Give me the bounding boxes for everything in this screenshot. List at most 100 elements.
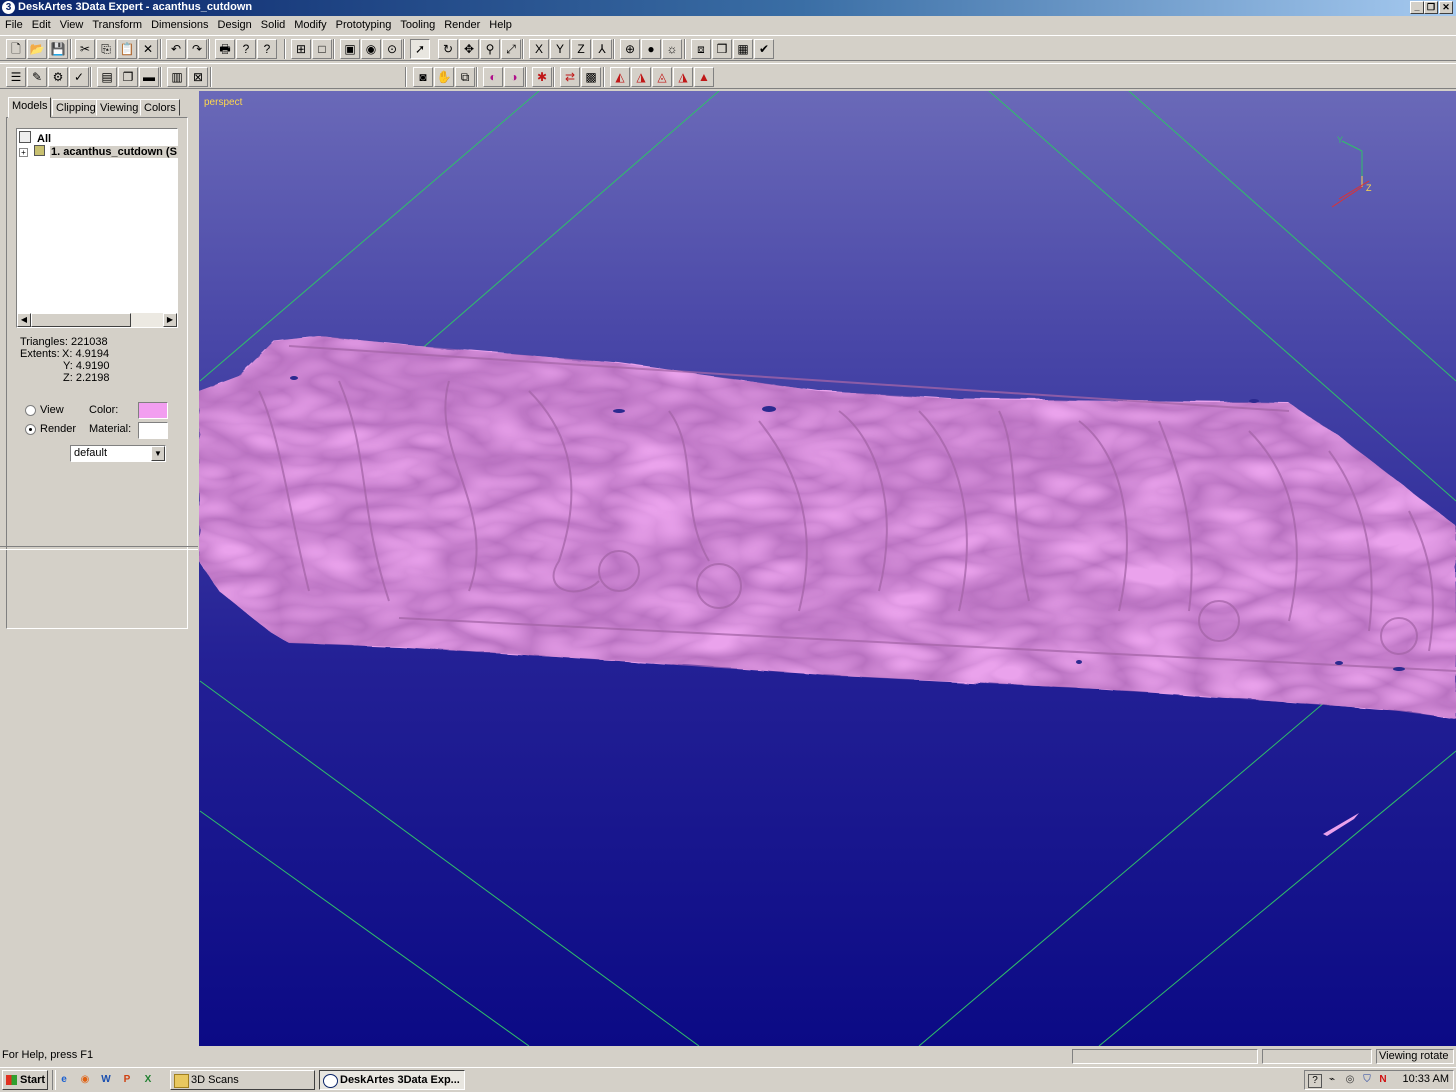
network-icon[interactable]: ⌁ xyxy=(1326,1074,1338,1086)
triangle-select-icon[interactable]: ◮ xyxy=(631,67,651,87)
material-select[interactable]: default ▼ xyxy=(70,445,166,462)
menu-transform[interactable]: Transform xyxy=(87,16,146,32)
model-list-icon[interactable]: ☰ xyxy=(6,67,26,87)
globe-icon[interactable]: ⊕ xyxy=(620,39,640,59)
triangulate-icon[interactable]: ▩ xyxy=(581,67,601,87)
shield-icon[interactable]: ⛉ xyxy=(1361,1074,1373,1086)
chevron-down-icon[interactable]: ▼ xyxy=(151,446,165,461)
scroll-left-icon[interactable]: ◀ xyxy=(17,313,31,327)
powerpoint-icon[interactable]: P xyxy=(119,1072,135,1088)
model-check-icon[interactable]: ✓ xyxy=(69,67,89,87)
task-3d-scans[interactable]: 3D Scans xyxy=(170,1070,315,1090)
excel-icon[interactable]: X xyxy=(140,1072,156,1088)
material-swatch[interactable] xyxy=(138,422,168,439)
menu-design[interactable]: Design xyxy=(213,16,256,32)
menu-file[interactable]: File xyxy=(0,16,27,32)
tab-clipping[interactable]: Clipping xyxy=(52,99,100,116)
folder-icon[interactable]: ▬ xyxy=(139,67,159,87)
zoom-fit-icon[interactable]: ⊙ xyxy=(382,39,402,59)
triangle-cursor-icon[interactable]: ◬ xyxy=(652,67,672,87)
task-deskartes[interactable]: DeskArtes 3Data Exp... xyxy=(319,1070,465,1090)
triangle-edge-icon[interactable]: ◮ xyxy=(673,67,693,87)
expand-icon[interactable]: + xyxy=(19,148,28,157)
view-z-icon[interactable]: Z xyxy=(571,39,591,59)
model-props-icon[interactable]: ⚙ xyxy=(48,67,68,87)
view-x-icon[interactable]: X xyxy=(529,39,549,59)
check-icon[interactable]: ✔ xyxy=(754,39,774,59)
tab-viewing[interactable]: Viewing xyxy=(96,99,143,116)
acanthus-model[interactable] xyxy=(199,336,1456,719)
doc-icon[interactable]: ▤ xyxy=(97,67,117,87)
render-radio-label[interactable]: Render xyxy=(40,423,76,435)
context-help-icon[interactable]: ? xyxy=(257,39,277,59)
tree-item-acanthus[interactable]: +1. acanthus_cutdown (S xyxy=(19,145,178,159)
render-radio[interactable] xyxy=(25,424,36,435)
shading-icon[interactable]: ● xyxy=(641,39,661,59)
3d-viewport[interactable]: perspect Y Z xyxy=(199,91,1456,1046)
redo-icon[interactable]: ↷ xyxy=(187,39,207,59)
multi-view-icon[interactable]: ⊞ xyxy=(291,39,311,59)
menu-tooling[interactable]: Tooling xyxy=(395,16,439,32)
lighting-icon[interactable]: ☼ xyxy=(662,39,682,59)
fix-icon[interactable]: ⇄ xyxy=(560,67,580,87)
color-fill-icon[interactable]: ◑ xyxy=(504,67,524,87)
delete-icon[interactable]: ✕ xyxy=(138,39,158,59)
color-swatch[interactable] xyxy=(138,402,168,419)
close-button[interactable]: ✕ xyxy=(1439,1,1453,14)
cut-icon[interactable]: ✂ xyxy=(75,39,95,59)
view-radio-label[interactable]: View xyxy=(40,404,64,416)
tab-colors[interactable]: Colors xyxy=(140,99,180,116)
hand-icon[interactable]: ✋ xyxy=(434,67,454,87)
menu-solid[interactable]: Solid xyxy=(256,16,289,32)
single-view-icon[interactable]: □ xyxy=(312,39,332,59)
app-icon[interactable]: 3 xyxy=(2,1,15,14)
triangle-red-icon[interactable]: ▲ xyxy=(694,67,714,87)
open-folder-icon[interactable]: 📂 xyxy=(27,39,47,59)
grid-icon[interactable]: ▦ xyxy=(733,39,753,59)
layers-icon[interactable]: ❐ xyxy=(118,67,138,87)
help-tray-icon[interactable]: ? xyxy=(1308,1074,1322,1088)
paste-icon[interactable]: 📋 xyxy=(117,39,137,59)
panel-close-icon[interactable]: ⊠ xyxy=(188,67,208,87)
camera-icon[interactable]: ◙ xyxy=(413,67,433,87)
view-axes-icon[interactable]: ⅄ xyxy=(592,39,612,59)
zoom-dynamic-icon[interactable]: ⤢ xyxy=(501,39,521,59)
minimize-button[interactable]: _ xyxy=(1410,1,1424,14)
menu-render[interactable]: Render xyxy=(439,16,484,32)
model-edit-icon[interactable]: ✎ xyxy=(27,67,47,87)
paint-icon[interactable]: ◐ xyxy=(483,67,503,87)
menu-modify[interactable]: Modify xyxy=(289,16,330,32)
help-icon[interactable]: ? xyxy=(236,39,256,59)
tree-root[interactable]: All xyxy=(19,131,51,145)
tab-models[interactable]: Models xyxy=(8,97,52,118)
copy-mesh-icon[interactable]: ⧉ xyxy=(455,67,475,87)
zoom-in-icon[interactable]: ◉ xyxy=(361,39,381,59)
antivirus-icon[interactable]: N xyxy=(1377,1074,1389,1086)
menu-prototyping[interactable]: Prototyping xyxy=(331,16,396,32)
scene-canvas[interactable]: Y Z xyxy=(199,91,1456,1046)
restore-button[interactable]: ❐ xyxy=(1424,1,1438,14)
rotate-icon[interactable]: ↻ xyxy=(438,39,458,59)
title-bar[interactable]: 3 DeskArtes 3Data Expert - acanthus_cutd… xyxy=(0,0,1456,16)
save-icon[interactable]: 💾 xyxy=(48,39,68,59)
menu-help[interactable]: Help xyxy=(484,16,516,32)
scroll-right-icon[interactable]: ▶ xyxy=(163,313,177,327)
model-tree[interactable]: All +1. acanthus_cutdown (S ◀ ▶ xyxy=(16,128,178,328)
ie-icon[interactable]: e xyxy=(56,1072,72,1088)
repair-icon[interactable]: ✱ xyxy=(532,67,552,87)
undo-icon[interactable]: ↶ xyxy=(166,39,186,59)
volume-icon[interactable]: ◎ xyxy=(1344,1074,1356,1086)
view-y-icon[interactable]: Y xyxy=(550,39,570,59)
menu-edit[interactable]: Edit xyxy=(27,16,55,32)
new-file-icon[interactable]: 🗋 xyxy=(6,39,26,59)
box-icon[interactable]: ❒ xyxy=(712,39,732,59)
word-icon[interactable]: W xyxy=(98,1072,114,1088)
copy-icon[interactable]: ⎘ xyxy=(96,39,116,59)
zoom-box-icon[interactable]: ▣ xyxy=(340,39,360,59)
zoom-icon[interactable]: ⚲ xyxy=(480,39,500,59)
menu-view[interactable]: View xyxy=(55,16,88,32)
print-icon[interactable]: 🖶 xyxy=(215,39,235,59)
start-button[interactable]: Start xyxy=(2,1070,48,1090)
cube-icon[interactable]: ⧈ xyxy=(691,39,711,59)
view-radio[interactable] xyxy=(25,405,36,416)
